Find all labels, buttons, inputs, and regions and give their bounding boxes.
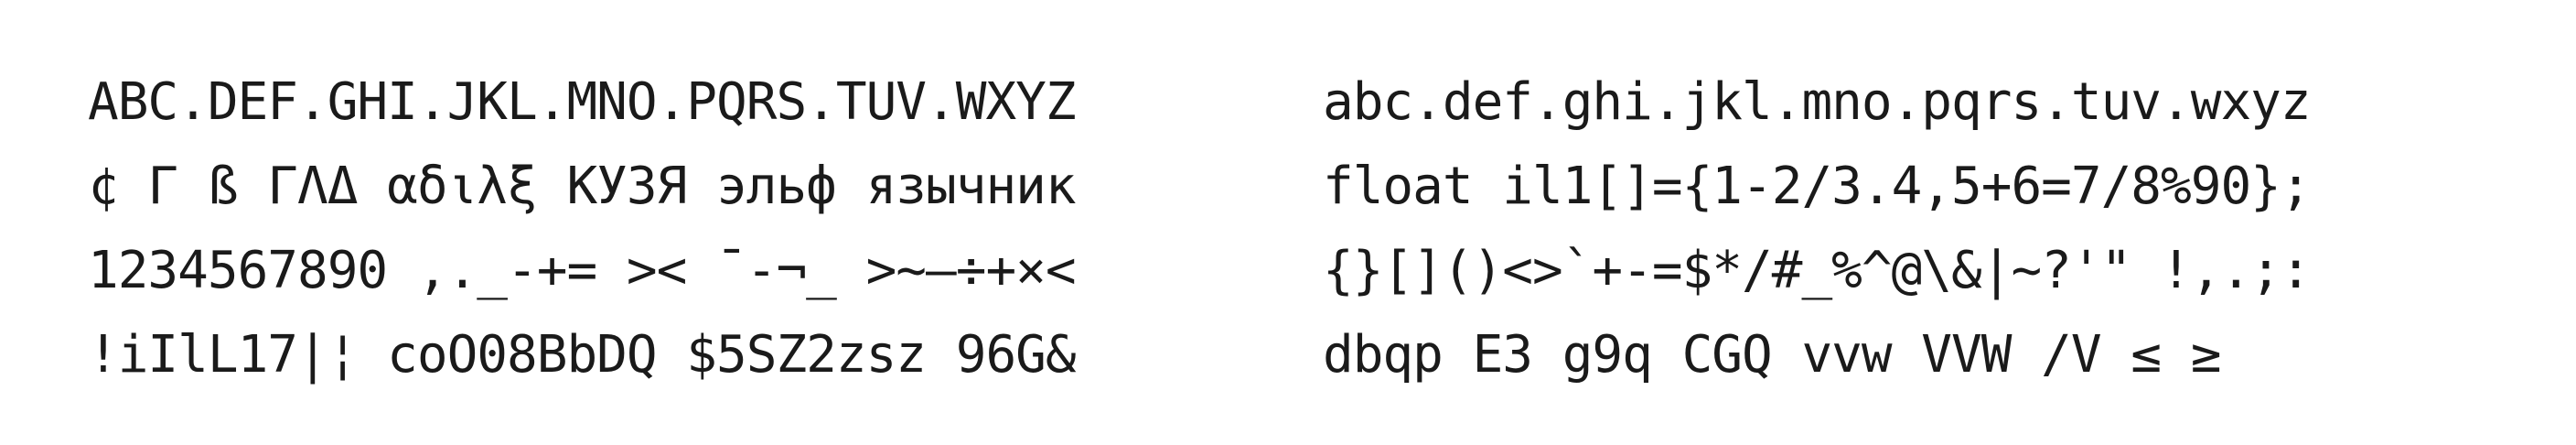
specimen-column-left: ABC.DEF.GHI.JKL.MNO.PQRS.TUV.WXYZ ¢ Γ ß …: [88, 60, 1314, 397]
specimen-line-lowercase: abc.def.ghi.jkl.mno.pqrs.tuv.wxyz: [1323, 72, 2312, 132]
specimen-line-uppercase: ABC.DEF.GHI.JKL.MNO.PQRS.TUV.WXYZ: [88, 72, 1077, 132]
specimen-line-lookalikes: dbqp E3 g9q CGQ vvw VVW /V ≤ ≥: [1323, 325, 2221, 385]
specimen-line-code: float il1[]={1-2/3.4,5+6=7/8%90};: [1323, 157, 2312, 216]
specimen-line-digits-operators: 1234567890 ,._-+= >< ¯-¬_ >~–÷+×<: [88, 241, 1077, 300]
specimen-column-right: abc.def.ghi.jkl.mno.pqrs.tuv.wxyz float …: [1323, 60, 2549, 397]
font-specimen: ABC.DEF.GHI.JKL.MNO.PQRS.TUV.WXYZ ¢ Γ ß …: [0, 0, 2576, 445]
specimen-line-international: ¢ Γ ß ΓΛΔ αδιλξ КУЗЯ эльф язычник: [88, 157, 1077, 216]
specimen-line-punctuation: {}[]()<>`+-=$*/#_%^@\&|~?'" !,.;:: [1323, 241, 2312, 300]
specimen-line-confusables: !iIlL17|¦ coO08BbDQ $5SZ2zsz 96G&: [88, 325, 1077, 385]
